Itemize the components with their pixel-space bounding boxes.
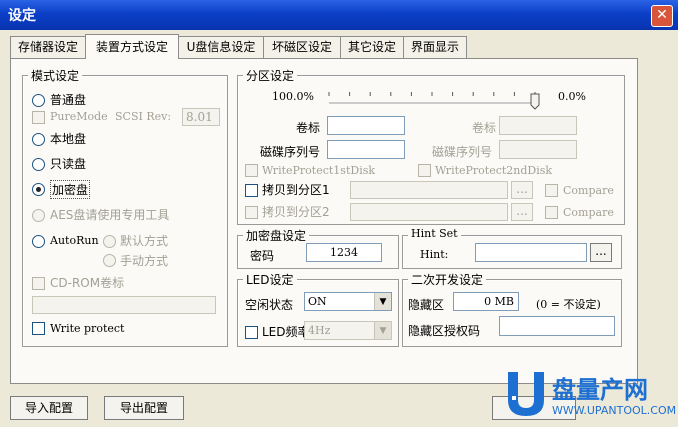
encrypted-label: 加密盘 <box>50 180 91 199</box>
default-mode-label: 默认方式 <box>120 234 169 248</box>
hint-label: Hint: <box>420 248 449 261</box>
password-label: 密码 <box>250 249 275 263</box>
copy1-browse-button[interactable]: ... <box>511 181 533 199</box>
serial-input-1[interactable] <box>327 140 405 159</box>
tab-storage[interactable]: 存储器设定 <box>10 36 86 58</box>
partition-legend: 分区设定 <box>243 67 298 84</box>
copy1-path-input[interactable] <box>350 181 508 199</box>
upantool-watermark-logo: 盘量产网 WWW.UPANTOOL.COM <box>508 372 675 417</box>
led-freq-label: LED频率 <box>262 325 310 339</box>
manual-mode-radio[interactable] <box>103 254 116 267</box>
volume-label-2: 卷标 <box>472 121 497 135</box>
serial-label: 磁碟序列号 <box>260 145 321 159</box>
readonly-radio[interactable] <box>32 158 45 171</box>
copy2-checkbox[interactable] <box>245 206 258 219</box>
hidden-area-input[interactable]: 0 MB <box>453 292 519 311</box>
autorun-label: AutoRun <box>50 234 99 247</box>
idle-state-select[interactable]: ON ▼ <box>304 292 392 311</box>
default-mode-radio[interactable] <box>103 235 116 248</box>
hint-legend: Hint Set <box>408 227 461 240</box>
aes-radio[interactable] <box>32 209 45 222</box>
slider-thumb[interactable] <box>530 93 540 110</box>
hidden-area-label: 隐藏区 <box>408 298 445 312</box>
local-label: 本地盘 <box>50 132 87 146</box>
hint-browse-button[interactable]: ... <box>590 243 612 262</box>
wp1-label: WriteProtect1stDisk <box>262 164 376 177</box>
slider-ticks <box>328 92 536 96</box>
title-bar <box>0 0 678 30</box>
led-freq-value: 4Hz <box>308 324 331 337</box>
copy1-label: 拷贝到分区1 <box>262 183 330 197</box>
write-protect-label: Write protect <box>50 322 125 335</box>
tab-udisk-info[interactable]: U盘信息设定 <box>178 36 264 58</box>
wp2-label: WriteProtect2ndDisk <box>435 164 553 177</box>
led-freq-checkbox[interactable] <box>245 326 258 339</box>
write-protect-checkbox[interactable] <box>32 322 45 335</box>
volume-input-1[interactable] <box>327 116 405 135</box>
hidden-area-unit: MB <box>494 295 514 308</box>
normal-radio[interactable] <box>32 94 45 107</box>
cdrom-label: CD-ROM卷标 <box>50 276 125 290</box>
hidden-auth-label: 隐藏区授权码 <box>408 324 481 338</box>
serial-input-2[interactable] <box>499 140 577 159</box>
manual-mode-label: 手动方式 <box>120 254 169 268</box>
tab-display[interactable]: 界面显示 <box>403 36 467 58</box>
watermark-brand: 盘量产网 <box>552 376 648 404</box>
local-radio[interactable] <box>32 133 45 146</box>
aes-label: AES盘请使用专用工具 <box>50 208 170 222</box>
autorun-radio[interactable] <box>32 235 45 248</box>
copy2-path-input[interactable] <box>350 203 508 221</box>
normal-label: 普通盘 <box>50 93 87 107</box>
tab-bad-sector[interactable]: 坏磁区设定 <box>263 36 341 58</box>
watermark-url: WWW.UPANTOOL.COM <box>552 404 675 417</box>
compare2-label: Compare <box>563 206 614 219</box>
scsi-rev-label: SCSI Rev: <box>115 110 172 123</box>
mode-legend: 模式设定 <box>28 67 83 84</box>
password-input[interactable]: 1234 <box>306 243 382 262</box>
tab-other[interactable]: 其它设定 <box>340 36 404 58</box>
cdrom-volume-input[interactable] <box>32 296 216 314</box>
compare1-label: Compare <box>563 184 614 197</box>
puremode-checkbox[interactable] <box>32 111 45 124</box>
partition-right-pct: 0.0% <box>558 90 586 103</box>
wp1-checkbox[interactable] <box>245 164 258 177</box>
puremode-label: PureMode <box>50 110 108 123</box>
encrypted-radio[interactable] <box>32 183 45 196</box>
close-button[interactable]: ✕ <box>651 5 673 27</box>
led-freq-select[interactable]: 4Hz ▼ <box>304 321 392 340</box>
copy2-label: 拷贝到分区2 <box>262 205 330 219</box>
u-logo-shape <box>508 372 544 416</box>
partition-slider[interactable] <box>325 86 550 110</box>
hidden-area-note: (0 = 不设定) <box>536 298 601 311</box>
idle-state-label: 空闲状态 <box>245 298 294 312</box>
copy2-browse-button[interactable]: ... <box>511 203 533 221</box>
readonly-label: 只读盘 <box>50 157 87 171</box>
compare2-checkbox[interactable] <box>545 206 558 219</box>
window-title: 设定 <box>8 8 36 24</box>
dev-legend: 二次开发设定 <box>408 271 487 288</box>
import-config-button[interactable]: 导入配置 <box>10 396 88 420</box>
led-legend: LED设定 <box>243 271 297 288</box>
chevron-down-icon[interactable]: ▼ <box>374 322 391 339</box>
copy1-checkbox[interactable] <box>245 184 258 197</box>
chevron-down-icon[interactable]: ▼ <box>374 293 391 310</box>
tab-device-mode[interactable]: 装置方式设定 <box>85 34 179 59</box>
hint-input[interactable] <box>475 243 587 262</box>
serial-label-2: 磁碟序列号 <box>432 145 493 159</box>
encrypt-legend: 加密盘设定 <box>243 227 310 244</box>
scsi-rev-input[interactable]: 8.01 <box>182 108 220 126</box>
compare1-checkbox[interactable] <box>545 184 558 197</box>
idle-state-value: ON <box>308 295 327 308</box>
volume-label: 卷标 <box>296 121 321 135</box>
hidden-auth-input[interactable] <box>499 316 615 336</box>
cdrom-checkbox[interactable] <box>32 277 45 290</box>
hidden-area-value: 0 <box>484 295 492 308</box>
export-config-button[interactable]: 导出配置 <box>104 396 184 420</box>
wp2-checkbox[interactable] <box>418 164 431 177</box>
volume-input-2[interactable] <box>499 116 577 135</box>
partition-left-pct: 100.0% <box>272 90 314 103</box>
